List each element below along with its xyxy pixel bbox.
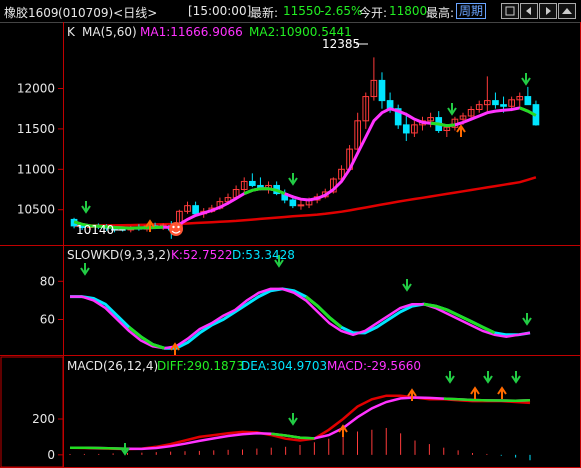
signal-arrows (80, 73, 532, 456)
ma1-label: MA1:11666.9066 (140, 25, 243, 39)
macd-y-axis: 2000 (32, 412, 63, 462)
down-arrow-icon (447, 103, 457, 116)
down-arrow-icon (483, 371, 493, 384)
main-y-tick-label: 11500 (17, 122, 55, 136)
candle-down (524, 96, 532, 106)
candle-down (492, 100, 499, 106)
macd-y-tick-label: 200 (32, 412, 55, 426)
macd-diff-label: DIFF:290.1873 (157, 359, 244, 373)
macd-title: MACD(26,12,4) (67, 359, 158, 373)
low-marker: 10140 (76, 223, 114, 237)
main-y-tick-label: 10500 (17, 203, 55, 217)
ma1-line (73, 106, 537, 230)
down-arrow-icon (522, 313, 532, 326)
kd-trend-segment (304, 295, 343, 329)
kd-d-label: D:53.3428 (232, 248, 295, 262)
candle-down (192, 205, 199, 215)
kd-y-tick-label: 60 (40, 313, 55, 327)
candle-down (500, 104, 507, 107)
macd-diff-line (69, 394, 531, 451)
candle-up (297, 204, 305, 207)
ma1-path (73, 106, 537, 230)
macd-trend-segment (443, 397, 531, 402)
kd-k-label: K:52.7522 (171, 248, 233, 262)
kd-y-axis: 80 60 (40, 274, 63, 327)
ma2-path (74, 176, 537, 228)
smiley-icon (169, 222, 183, 236)
macd-dea-label: DEA:304.9703 (241, 359, 327, 373)
kd-title: SLOWKD(9,3,3,2) (67, 248, 171, 262)
down-arrow-icon (521, 73, 531, 86)
down-arrow-icon (402, 279, 412, 292)
main-title: MA(5,60) (82, 25, 137, 39)
main-y-axis: 12000 11500 11000 10500 (17, 81, 63, 217)
kd-k-line (70, 287, 531, 350)
up-arrow-icon (338, 424, 348, 437)
up-arrow-icon (470, 386, 480, 399)
down-arrow-icon (445, 371, 455, 384)
up-arrow-icon (497, 386, 507, 399)
candle-down (248, 180, 256, 186)
high-marker: 12385 (322, 37, 360, 51)
macd-y-tick-label: 0 (47, 448, 55, 462)
macd-histogram (69, 427, 531, 461)
down-arrow-icon (80, 263, 90, 276)
down-arrow-icon (288, 173, 298, 186)
macd-value-label: MACD:-29.5660 (327, 359, 421, 373)
down-arrow-icon (288, 413, 298, 426)
candle-down (402, 124, 410, 134)
main-prefix: K (67, 25, 76, 39)
main-y-tick-label: 11000 (17, 162, 55, 176)
macd-lines (69, 394, 531, 451)
candlesticks (70, 57, 540, 239)
up-arrow-icon (407, 388, 417, 401)
down-arrow-icon (511, 371, 521, 384)
macd-trend-segment (69, 446, 128, 450)
chart-window: 橡胶1609 (010709)<日线> [15:00:00] 最新: 11550… (0, 0, 581, 468)
down-arrow-icon (120, 443, 130, 456)
kd-trend-segment (128, 326, 165, 350)
down-arrow-icon (81, 201, 91, 214)
ma1-trend-segment (430, 121, 456, 128)
candle-down (378, 79, 386, 102)
candle-down (289, 199, 297, 207)
main-y-tick-label: 12000 (17, 81, 55, 95)
chart-canvas[interactable]: K MA(5,60) MA1:11666.9066 MA2:10900.5441… (0, 0, 581, 468)
ma2-line (74, 176, 537, 228)
kd-lines (70, 287, 531, 350)
kd-y-tick-label: 80 (40, 274, 55, 288)
